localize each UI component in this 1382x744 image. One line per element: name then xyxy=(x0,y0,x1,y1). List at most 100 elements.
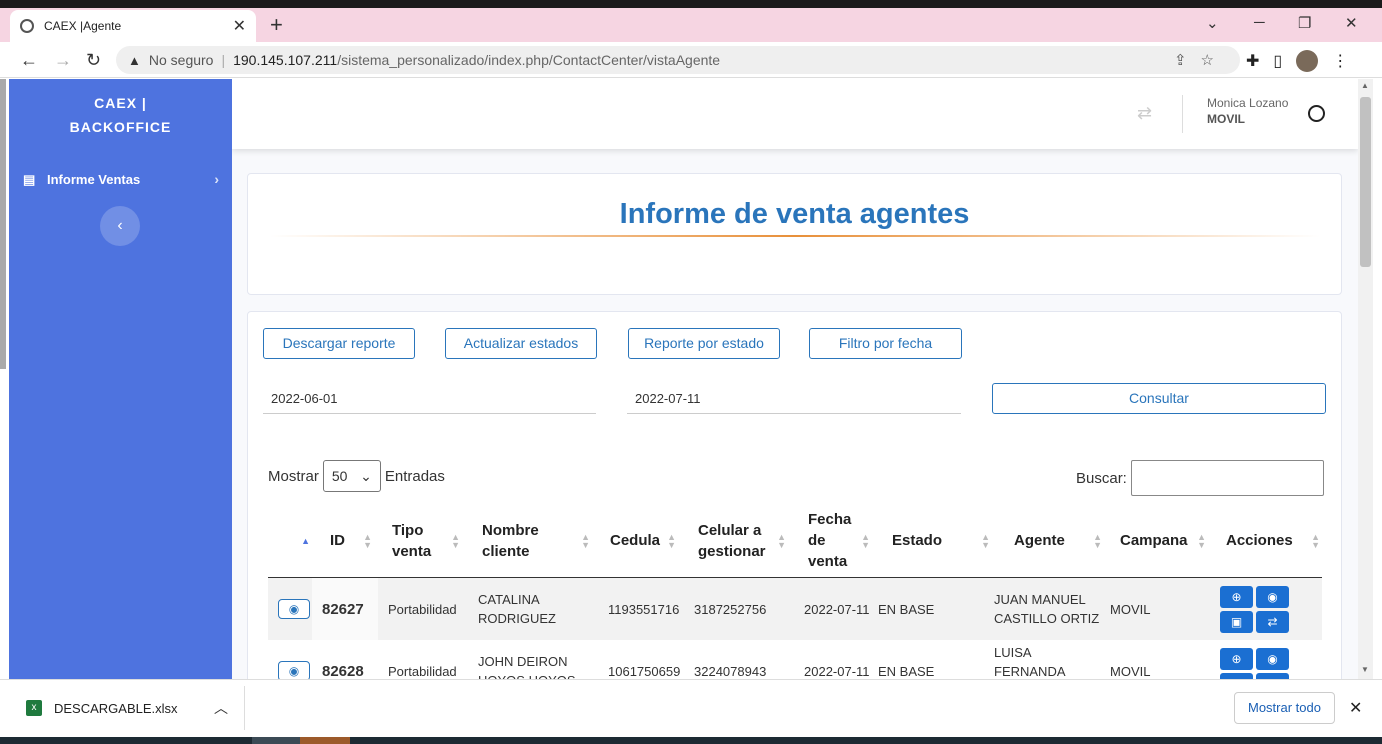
main-content: ⇄ Monica Lozano MOVIL Informe de venta a… xyxy=(232,79,1358,679)
minimize-icon[interactable]: ─ xyxy=(1254,14,1265,31)
sales-table: ▲ ID ▲ ▼ Tipo venta ▲ ▼ Nombre cliente ▲ ▼ Ced… xyxy=(268,504,1322,679)
user-role: MOVIL xyxy=(1207,112,1245,126)
sort-icon: ▲ ▼ xyxy=(981,531,990,550)
add-icon[interactable]: ⊕ xyxy=(1220,585,1253,608)
close-tab-icon[interactable]: ✕ xyxy=(233,16,246,36)
download-item[interactable]: x DESCARGABLE.xlsx xyxy=(26,700,178,716)
update-states-button[interactable]: Actualizar estados xyxy=(445,328,597,359)
cell-celular: 3224078943 xyxy=(694,663,767,679)
view-icon[interactable]: ◉ xyxy=(1256,585,1289,608)
scroll-down-icon[interactable]: ▼ xyxy=(1361,665,1369,674)
column-header-tipo[interactable]: Tipo venta ▲ ▼ xyxy=(374,520,462,562)
extensions-icon[interactable]: ✚ xyxy=(1246,51,1259,71)
scroll-up-icon[interactable]: ▲ xyxy=(1361,81,1369,90)
column-header-agente[interactable]: Agente ▲ ▼ xyxy=(992,530,1104,551)
user-name[interactable]: Monica Lozano xyxy=(1207,96,1288,110)
close-icon[interactable]: ✕ xyxy=(1349,698,1362,718)
chevron-up-icon[interactable]: ︿ xyxy=(214,698,228,718)
reload-icon[interactable]: ↻ xyxy=(86,50,101,71)
column-header-fecha[interactable]: Fecha de venta ▲ ▼ xyxy=(788,509,872,572)
menu-icon[interactable]: ⋮ xyxy=(1332,51,1348,71)
title-card: Informe de venta agentes xyxy=(247,173,1342,295)
column-header-cedula[interactable]: Cedula ▲ ▼ xyxy=(592,530,678,551)
column-header-id[interactable]: ID ▲ ▼ xyxy=(312,530,374,551)
entries-label: Entradas xyxy=(384,467,445,485)
table-row: ◉ 82627 Portabilidad CATALINA RODRIGUEZ … xyxy=(268,578,1322,640)
tab-search-icon[interactable]: ⌄ xyxy=(1206,14,1219,32)
sort-icon: ▲ ▼ xyxy=(667,531,676,550)
download-file-name: DESCARGABLE.xlsx xyxy=(54,700,178,716)
sort-icon: ▲ ▼ xyxy=(581,531,590,550)
row-actions: ⊕ ◉ ▣ ⇄ xyxy=(1220,585,1289,633)
side-panel-icon[interactable]: ▯ xyxy=(1273,51,1282,71)
date-to-input[interactable]: 2022-07-11 xyxy=(627,384,961,414)
sort-icon: ▲ ▼ xyxy=(861,531,870,550)
download-report-button[interactable]: Descargar reporte xyxy=(263,328,415,359)
cell-agente: LUISA FERNANDA LOZANO xyxy=(994,644,1065,679)
sort-icon: ▲ ▼ xyxy=(363,531,372,550)
back-icon[interactable]: ← xyxy=(20,50,38,71)
chevron-down-icon: ⌄ xyxy=(360,468,372,484)
cell-campana: MOVIL xyxy=(1110,663,1151,679)
title-divider xyxy=(269,235,1320,237)
profile-avatar[interactable] xyxy=(1296,50,1319,72)
sort-icon: ▲ ▼ xyxy=(1093,531,1102,550)
date-from-input[interactable]: 2022-06-01 xyxy=(263,384,596,414)
show-label: Mostrar xyxy=(268,467,319,485)
sidebar-item-informe-ventas[interactable]: ▤ Informe Ventas › xyxy=(23,171,219,187)
page-size-select[interactable]: 50 ⌄ xyxy=(322,460,381,492)
download-bar: x DESCARGABLE.xlsx ︿ Mostrar todo ✕ xyxy=(0,679,1382,737)
scrollbar-thumb[interactable] xyxy=(1360,97,1371,267)
download-divider xyxy=(244,686,245,730)
sidebar-toggle-button[interactable]: ‹ xyxy=(100,206,140,246)
topbar: ⇄ Monica Lozano MOVIL xyxy=(232,79,1358,149)
cell-celular: 3187252756 xyxy=(694,601,767,617)
chevron-right-icon: › xyxy=(214,171,219,187)
cell-id: 82628 xyxy=(312,640,378,679)
date-filter-button[interactable]: Filtro por fecha xyxy=(809,328,962,359)
swap-icon[interactable]: ⇄ xyxy=(1137,103,1152,124)
show-all-button[interactable]: Mostrar todo xyxy=(1234,692,1335,724)
image-icon[interactable]: ▣ xyxy=(1220,610,1253,633)
sort-icon: ▲ ▼ xyxy=(1197,531,1206,550)
column-header-acciones[interactable]: Acciones ▲ ▼ xyxy=(1208,530,1322,551)
search-input[interactable] xyxy=(1130,460,1324,496)
page-size-control: Mostrar 50 ⌄ Entradas xyxy=(268,460,445,492)
forward-icon[interactable]: → xyxy=(54,50,72,71)
report-card: Descargar reporte Actualizar estados Rep… xyxy=(247,311,1342,679)
column-header-celular[interactable]: Celular a gestionar ▲ ▼ xyxy=(678,520,788,562)
url-path: /sistema_personalizado/index.php/Contact… xyxy=(337,52,721,68)
address-bar: ← → ↻ ▲ No seguro | 190.145.107.211 /sis… xyxy=(0,42,1382,78)
page-scrollbar[interactable]: ▲ ▼ xyxy=(1358,79,1373,679)
url-host: 190.145.107.211 xyxy=(233,52,338,68)
report-by-state-button[interactable]: Reporte por estado xyxy=(628,328,780,359)
column-header-campana[interactable]: Campana ▲ ▼ xyxy=(1104,530,1208,551)
view-details-button[interactable]: ◉ xyxy=(278,661,310,679)
user-circle-icon[interactable] xyxy=(1308,105,1325,122)
cell-nombre: JOHN DEIRON HOYOS HOYOS xyxy=(478,654,576,679)
globe-icon xyxy=(20,19,34,33)
share-bookmark-icons[interactable]: ⇪☆ xyxy=(1174,51,1228,69)
tab-title: CAEX |Agente xyxy=(44,19,122,33)
tab-bar: CAEX |Agente ✕ + ⌄ ─ ❐ ✕ xyxy=(0,8,1382,42)
column-header-nombre[interactable]: Nombre cliente ▲ ▼ xyxy=(462,520,592,562)
view-icon[interactable]: ◉ xyxy=(1256,647,1289,670)
sort-icon: ▲ ▼ xyxy=(1311,531,1320,550)
excel-file-icon: x xyxy=(26,700,42,716)
swap-icon[interactable]: ⇄ xyxy=(1256,610,1289,633)
column-header-estado[interactable]: Estado ▲ ▼ xyxy=(872,530,992,551)
cell-tipo: Portabilidad xyxy=(388,601,457,617)
new-tab-icon[interactable]: + xyxy=(270,14,283,36)
add-icon[interactable]: ⊕ xyxy=(1220,647,1253,670)
browser-tab[interactable]: CAEX |Agente ✕ xyxy=(10,10,256,42)
close-window-icon[interactable]: ✕ xyxy=(1345,14,1358,32)
cell-estado: EN BASE xyxy=(878,663,935,679)
cell-agente: JUAN MANUEL CASTILLO ORTIZ xyxy=(994,592,1100,626)
restore-icon[interactable]: ❐ xyxy=(1298,14,1311,32)
url-field[interactable]: ▲ No seguro | 190.145.107.211 /sistema_p… xyxy=(116,46,1240,74)
view-details-button[interactable]: ◉ xyxy=(278,599,310,619)
warning-icon: ▲ xyxy=(128,52,141,68)
consult-button[interactable]: Consultar xyxy=(992,383,1326,414)
sort-asc-icon: ▲ xyxy=(301,535,310,546)
cell-nombre: CATALINA RODRIGUEZ xyxy=(478,592,556,626)
